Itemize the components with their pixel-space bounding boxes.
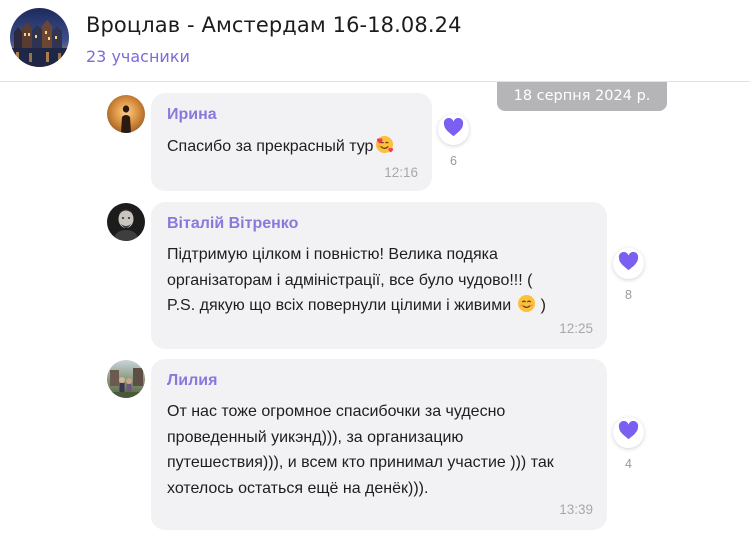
smiling-face-with-hearts-icon [375,135,394,163]
message-text: Підтримую цілком і повністю! Велика подя… [167,242,546,322]
message-sender[interactable]: Ирина [167,106,217,124]
message-line: Спасибо за прекрасный тур [167,138,374,155]
smiling-face-with-smiling-eyes-icon [517,294,536,322]
date-divider: 18 серпня 2024 р. [497,82,667,111]
message-line: От нас тоже огромное спасибочки за чудес… [167,403,506,420]
message-text: Спасибо за прекрасный тур [167,134,394,163]
message-time: 12:16 [384,165,418,180]
message-line: проведенный уикэнд))), за организацию [167,428,464,446]
message-time: 13:39 [559,502,593,517]
message-bubble[interactable]: Лилия От нас тоже огромное спасибочки за… [151,359,607,530]
message-sender[interactable]: Лилия [167,372,217,390]
reaction-count: 4 [625,457,632,471]
purple-heart-icon [443,117,464,141]
member-count[interactable]: 23 учасники [86,47,190,66]
message-line: організаторам і адміністрації, все було … [167,271,533,289]
purple-heart-icon [618,420,639,444]
chat-title: Вроцлав - Амстердам 16-18.08.24 [86,13,462,37]
avatar[interactable] [107,203,145,241]
message-sender[interactable]: Віталій Вітренко [167,215,298,233]
chat-window: Вроцлав - Амстердам 16-18.08.24 23 учасн… [0,0,750,535]
message-bubble[interactable]: Ирина Спасибо за прекрасный тур 12:16 [151,93,432,191]
message-line: P.S. дякую що всіх повернули цілими і жи… [167,297,512,314]
message-line: Підтримую цілком і повністю! Велика подя… [167,246,498,263]
message-time: 12:25 [559,321,593,336]
reaction-button[interactable] [613,417,644,448]
group-avatar[interactable] [10,8,69,67]
reaction-count: 8 [625,288,632,302]
reaction-count: 6 [450,154,457,168]
message-line: путешествия))), и всем кто принимал учас… [167,454,554,471]
message-line: хотелось остаться ещё на денёк))). [167,479,429,497]
message-bubble[interactable]: Віталій Вітренко Підтримую цілком і повн… [151,202,607,349]
reaction-button[interactable] [438,114,469,145]
message-text: От нас тоже огромное спасибочки за чудес… [167,399,554,501]
purple-heart-icon [618,251,639,275]
avatar[interactable] [107,360,145,398]
message-line-suffix: ) [536,297,546,314]
avatar[interactable] [107,95,145,133]
chat-header[interactable]: Вроцлав - Амстердам 16-18.08.24 23 учасн… [0,0,750,82]
reaction-button[interactable] [613,248,644,279]
